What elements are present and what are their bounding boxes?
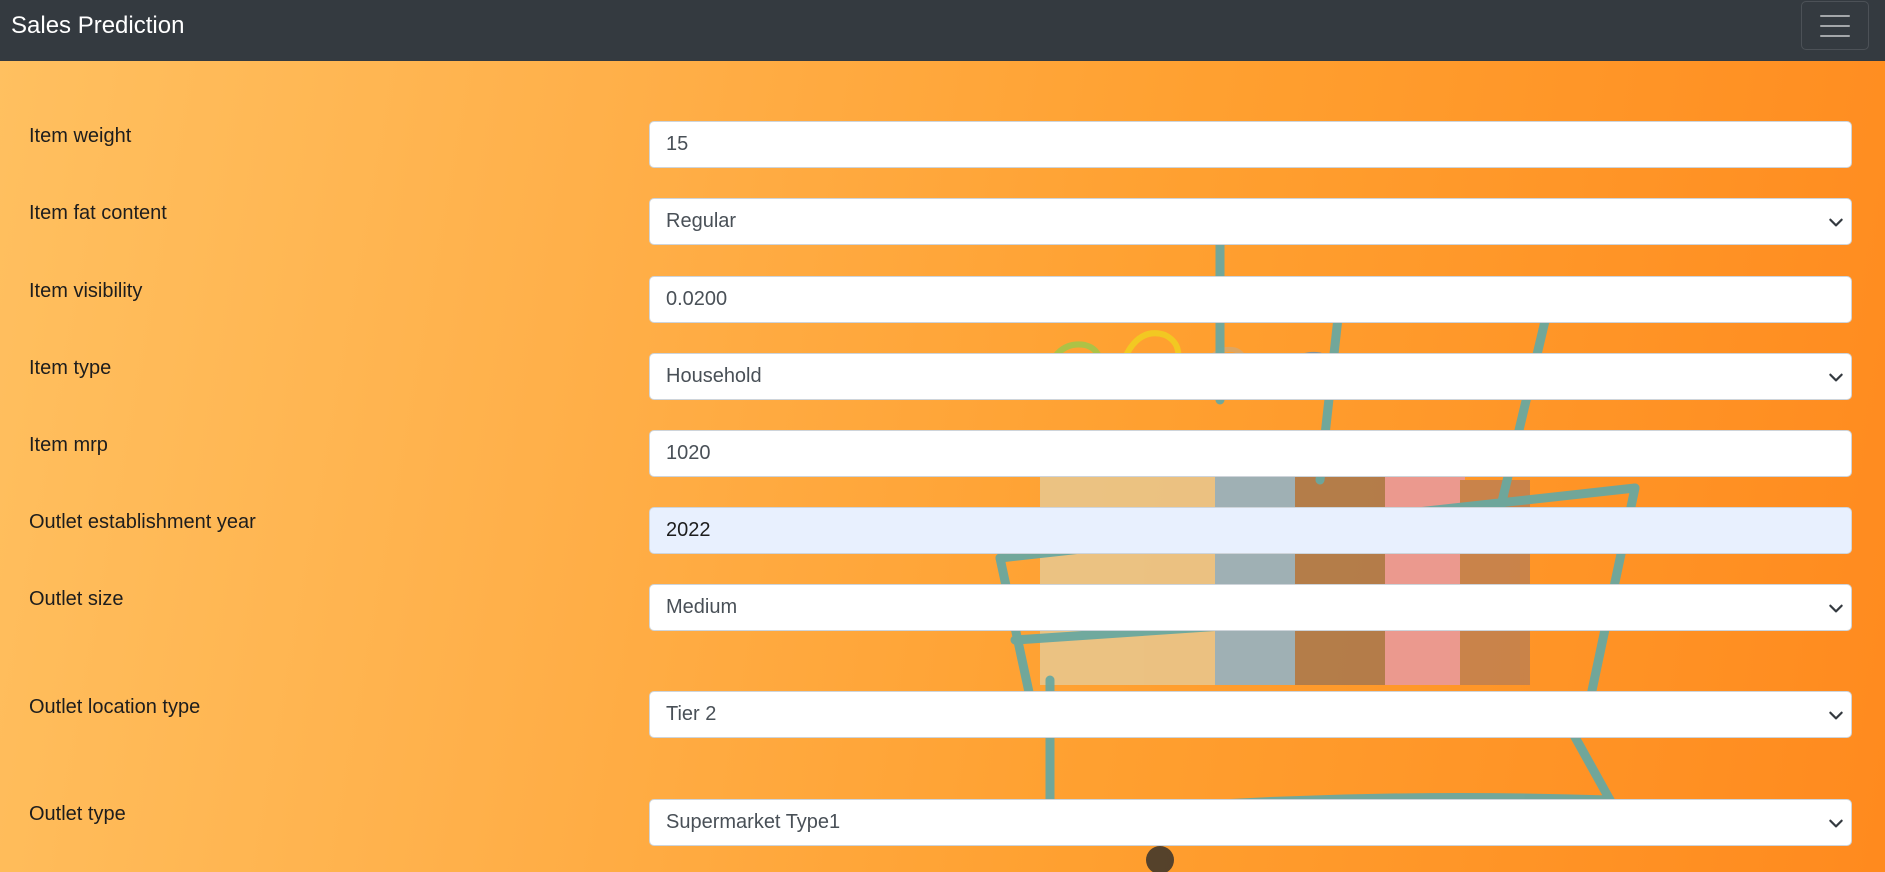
sales-prediction-form: Item weight Item fat content Regular Ite… (0, 61, 1885, 872)
item-visibility-label: Item visibility (29, 280, 143, 302)
outlet-type-value: Supermarket Type1 (666, 811, 841, 833)
item-visibility-input[interactable] (649, 276, 1852, 323)
hamburger-menu-icon (1820, 14, 1850, 17)
chevron-down-icon (1829, 819, 1843, 828)
outlet-type-label: Outlet type (29, 803, 126, 825)
chevron-down-icon (1829, 218, 1843, 227)
outlet-size-value: Medium (666, 596, 738, 618)
item-fat-content-label: Item fat content (29, 202, 167, 224)
item-weight-input[interactable] (649, 121, 1852, 168)
outlet-establishment-year-input[interactable] (649, 507, 1852, 554)
hamburger-menu-icon-bar (1820, 34, 1850, 37)
item-weight-label: Item weight (29, 125, 132, 147)
item-mrp-input[interactable] (649, 430, 1852, 477)
outlet-location-type-select[interactable]: Tier 2 (649, 691, 1852, 738)
item-fat-content-select[interactable]: Regular (649, 198, 1852, 245)
navbar: Sales Prediction (0, 0, 1885, 61)
outlet-size-select[interactable]: Medium (649, 584, 1852, 631)
outlet-establishment-year-label: Outlet establishment year (29, 511, 256, 533)
outlet-type-select[interactable]: Supermarket Type1 (649, 799, 1852, 846)
outlet-location-type-value: Tier 2 (666, 703, 717, 725)
navbar-toggler-button[interactable] (1801, 1, 1869, 50)
item-mrp-label: Item mrp (29, 434, 108, 456)
item-fat-content-value: Regular (666, 210, 737, 232)
chevron-down-icon (1829, 711, 1843, 720)
item-type-label: Item type (29, 357, 112, 379)
chevron-down-icon (1829, 604, 1843, 613)
hamburger-menu-icon-bar (1820, 24, 1850, 27)
chevron-down-icon (1829, 373, 1843, 382)
item-type-select[interactable]: Household (649, 353, 1852, 400)
item-type-value: Household (666, 365, 762, 387)
outlet-location-type-label: Outlet location type (29, 696, 201, 718)
navbar-brand[interactable]: Sales Prediction (11, 10, 184, 42)
outlet-size-label: Outlet size (29, 588, 124, 610)
